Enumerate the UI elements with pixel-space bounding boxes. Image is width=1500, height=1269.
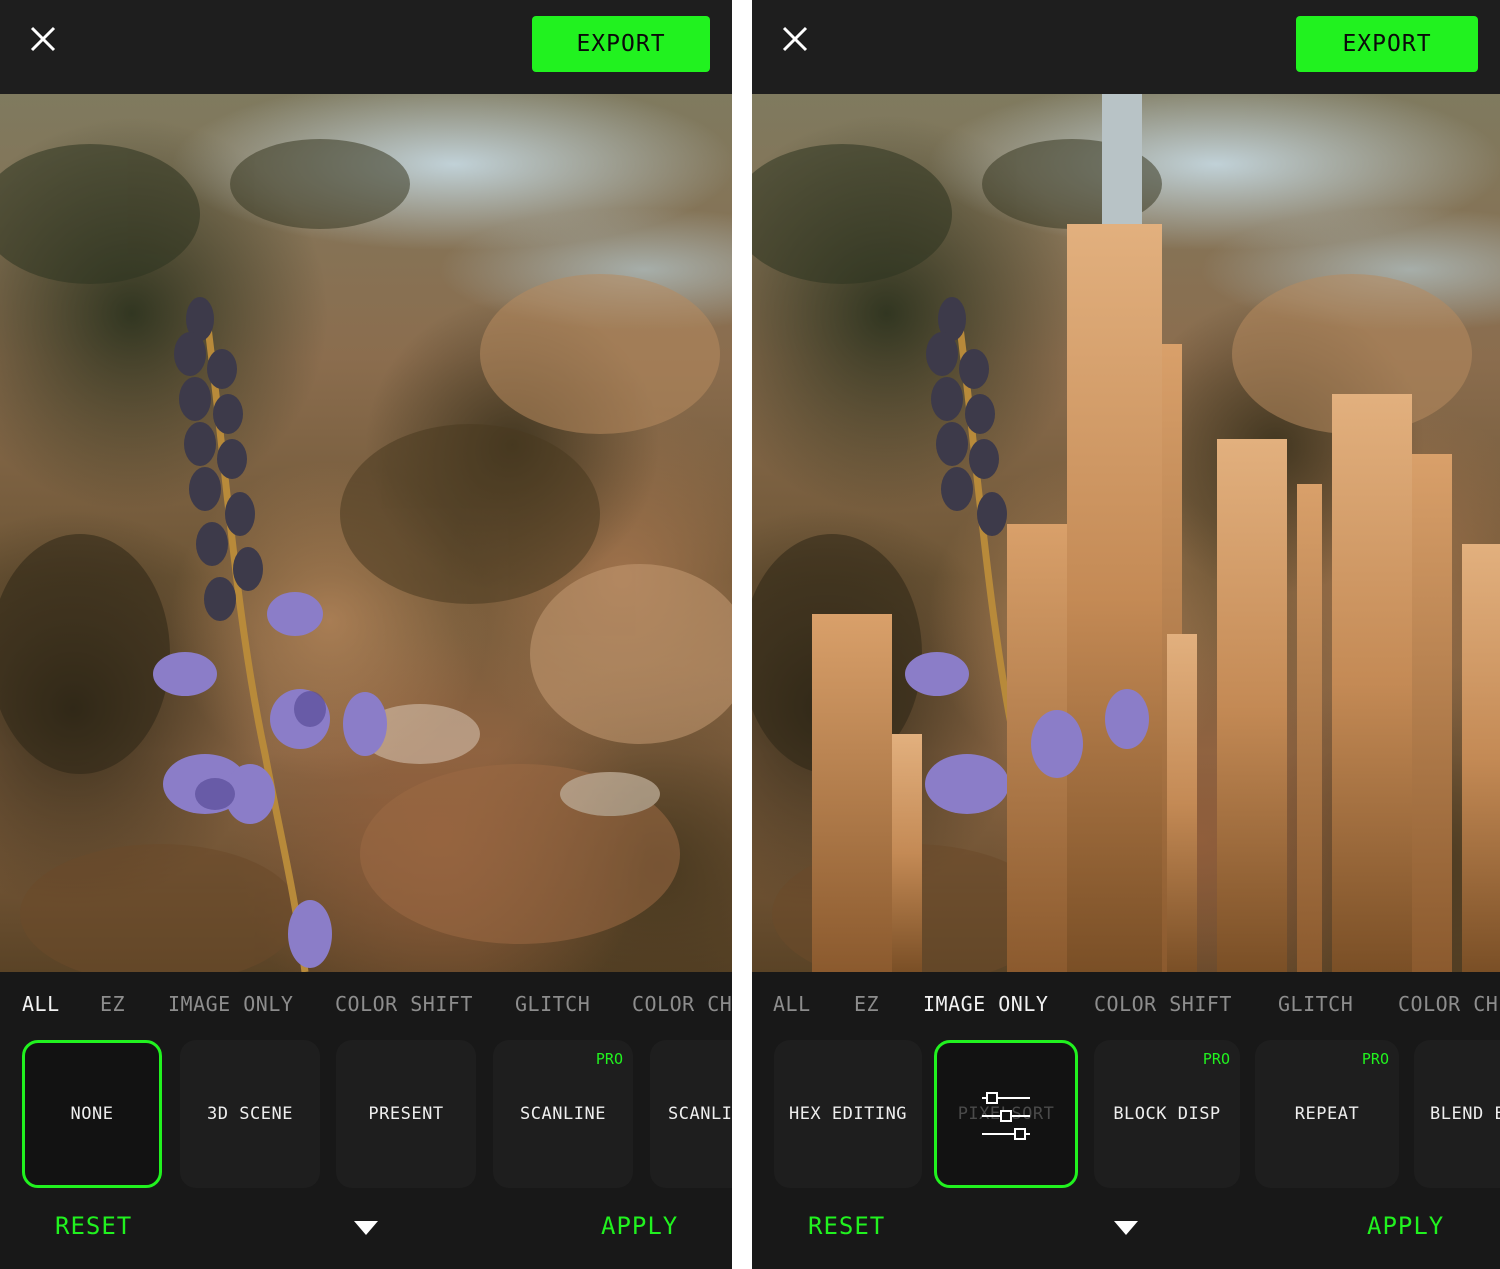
reset-button[interactable]: RESET: [808, 1212, 885, 1240]
tab-glitch[interactable]: GLITCH: [515, 992, 590, 1016]
panel-actions: RESET APPLY: [752, 1212, 1500, 1252]
tab-color-ch[interactable]: COLOR CH: [1398, 992, 1498, 1016]
export-button[interactable]: EXPORT: [532, 16, 710, 72]
close-button[interactable]: [776, 20, 814, 58]
category-tabs: ALL EZ IMAGE ONLY COLOR SHIFT GLITCH COL…: [0, 992, 732, 1024]
filter-tile-label: BLOCK DISP: [1113, 1104, 1221, 1124]
filter-tile-none[interactable]: NONE: [22, 1040, 162, 1188]
pro-badge: PRO: [1361, 1050, 1389, 1068]
tab-ez[interactable]: EZ: [854, 992, 879, 1016]
tab-all[interactable]: ALL: [773, 992, 811, 1016]
filter-tile-label: PRESENT: [368, 1104, 444, 1124]
photo-preview: [0, 94, 732, 972]
pro-badge: PRO: [1202, 1050, 1230, 1068]
filter-tile-scanline[interactable]: PRO SCANLINE: [493, 1040, 633, 1188]
top-bar: EXPORT: [752, 0, 1500, 94]
filter-tile-label: REPEAT: [1294, 1104, 1360, 1124]
editor-screen-after: EXPORT ALL EZ IMAGE ONLY COLOR SHIFT GLI…: [752, 0, 1500, 1269]
pro-badge: PRO: [595, 1050, 623, 1068]
close-button[interactable]: [24, 20, 62, 58]
filter-tiles: NONE 3D SCENE PRESENT PRO SCANLINE SCANL…: [0, 1040, 732, 1188]
filter-panel: ALL EZ IMAGE ONLY COLOR SHIFT GLITCH COL…: [752, 972, 1500, 1269]
filter-tile-pixelsort[interactable]: PIXELSORT: [934, 1040, 1078, 1188]
panel-actions: RESET APPLY: [0, 1212, 732, 1252]
close-icon: [782, 26, 808, 52]
tab-color-shift[interactable]: COLOR SHIFT: [335, 992, 473, 1016]
filter-tile-label: NONE: [70, 1104, 114, 1124]
tab-ez[interactable]: EZ: [100, 992, 125, 1016]
filter-panel: ALL EZ IMAGE ONLY COLOR SHIFT GLITCH COL…: [0, 972, 732, 1269]
filter-tile-blend[interactable]: BLEND E: [1414, 1040, 1500, 1188]
tab-color-shift[interactable]: COLOR SHIFT: [1094, 992, 1232, 1016]
close-icon: [30, 26, 56, 52]
chevron-down-icon[interactable]: [353, 1220, 379, 1236]
filter-tile-label: SCANLINE: [520, 1104, 606, 1124]
tab-glitch[interactable]: GLITCH: [1278, 992, 1353, 1016]
tab-image-only[interactable]: IMAGE ONLY: [168, 992, 293, 1016]
export-button[interactable]: EXPORT: [1296, 16, 1478, 72]
filter-tile-label: 3D SCENE: [207, 1104, 293, 1124]
filter-tile-label: BLEND E: [1430, 1104, 1500, 1124]
sliders-icon[interactable]: [978, 1086, 1034, 1142]
filter-tile-hex-editing[interactable]: HEX EDITING: [774, 1040, 922, 1188]
apply-button[interactable]: APPLY: [1367, 1212, 1444, 1240]
filter-tile-3d-scene[interactable]: 3D SCENE: [180, 1040, 320, 1188]
filter-tile-label: HEX EDITING: [788, 1104, 908, 1124]
top-bar: EXPORT: [0, 0, 732, 94]
flower-photo: [0, 139, 732, 972]
category-tabs: ALL EZ IMAGE ONLY COLOR SHIFT GLITCH COL…: [752, 992, 1500, 1024]
filter-tile-repeat[interactable]: PRO REPEAT: [1255, 1040, 1399, 1188]
filter-tile-label: SCANLI: [668, 1104, 732, 1124]
reset-button[interactable]: RESET: [55, 1212, 132, 1240]
filter-tiles: HEX EDITING PIXELSORT PRO BLOCK DISP PRO: [752, 1040, 1500, 1188]
filter-tile-scanline-2[interactable]: SCANLI: [650, 1040, 732, 1188]
filter-tile-present[interactable]: PRESENT: [336, 1040, 476, 1188]
filter-tile-block-disp[interactable]: PRO BLOCK DISP: [1094, 1040, 1240, 1188]
chevron-down-icon[interactable]: [1113, 1220, 1139, 1236]
editor-screen-before: EXPORT ALL EZ IMAGE ONLY COLOR SHIFT GLI…: [0, 0, 732, 1269]
tab-all[interactable]: ALL: [22, 992, 60, 1016]
tab-color-ch[interactable]: COLOR CH: [632, 992, 732, 1016]
tab-image-only[interactable]: IMAGE ONLY: [923, 992, 1048, 1016]
photo-preview-glitched: [752, 94, 1500, 972]
apply-button[interactable]: APPLY: [601, 1212, 678, 1240]
flower-photo-pixelsorted: [752, 94, 1500, 972]
